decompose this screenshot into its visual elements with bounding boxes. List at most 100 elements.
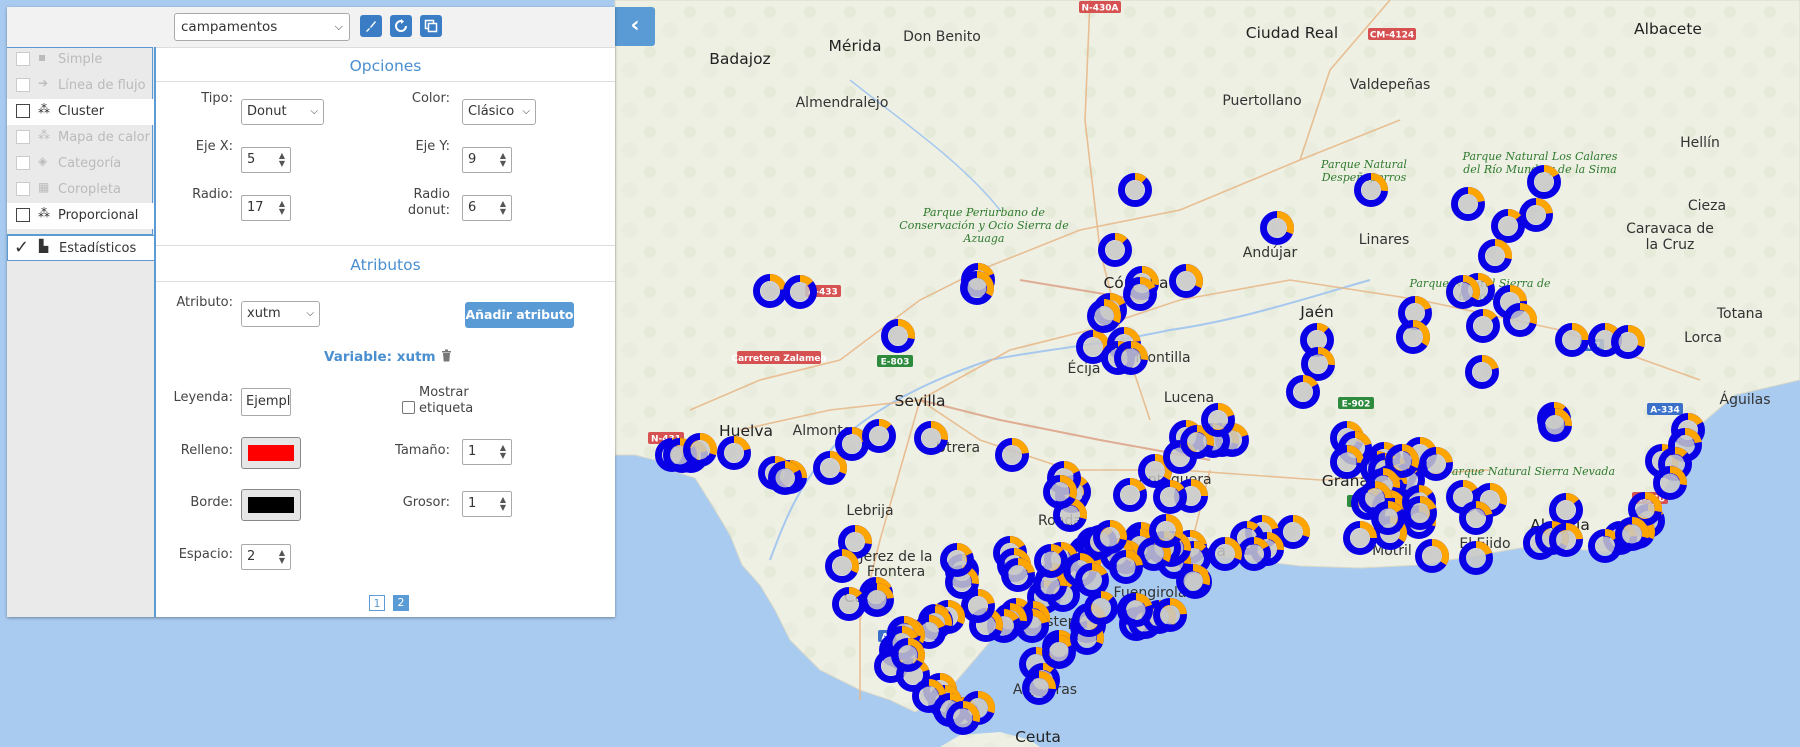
layer-select[interactable]: campamentos ⌵ [174,13,350,41]
donut-marker[interactable] [1415,539,1449,573]
donut-marker[interactable] [1459,541,1493,575]
checkbox[interactable] [16,156,30,170]
donut-marker[interactable] [1087,299,1121,333]
radio-donut-input[interactable]: 6 ▲ ▼ [462,195,512,221]
side-item-estadisticos[interactable]: ✓ ▙ Estadísticos [7,235,154,261]
donut-marker[interactable] [753,274,787,308]
atributo-select[interactable]: xutm ⌵ [241,301,320,327]
donut-marker[interactable] [1149,514,1183,548]
donut-marker[interactable] [1113,478,1147,512]
donut-marker[interactable] [1201,403,1235,437]
side-item-categoria[interactable]: ◈ Categoría [7,151,154,177]
spinner-icon[interactable]: ▲ ▼ [279,200,285,216]
borde-color-button[interactable] [241,489,301,521]
donut-marker[interactable] [1123,277,1157,311]
donut-marker[interactable] [1478,239,1512,273]
side-item-linea-de-flujo[interactable]: ➔ Línea de flujo [7,73,154,99]
spinner-icon[interactable]: ▲ ▼ [279,549,285,565]
donut-marker[interactable] [1371,501,1405,535]
donut-marker[interactable] [1538,408,1572,442]
mostrar-etiqueta-checkbox[interactable] [402,401,415,414]
donut-marker[interactable] [940,543,974,577]
espacio-input[interactable]: 2 ▲ ▼ [241,544,291,570]
map-stage[interactable]: N-430A CM-4124 A-433 E-803 E-902 A-334 A-7 N-34… [0,0,1800,747]
donut-marker[interactable] [1153,598,1187,632]
donut-marker[interactable] [1034,544,1068,578]
relleno-color-button[interactable] [241,437,301,469]
donut-marker[interactable] [1237,537,1271,571]
donut-marker[interactable] [995,438,1029,472]
side-item-cluster[interactable]: ⁂ Cluster [7,99,154,125]
tipo-select[interactable]: Donut ⌵ [241,99,324,125]
donut-marker[interactable] [1615,517,1649,551]
donut-marker[interactable] [1446,275,1480,309]
donut-marker[interactable] [914,421,948,455]
add-attribute-button[interactable]: Añadir atributo [465,302,574,328]
donut-marker[interactable] [1180,425,1214,459]
page-1-button[interactable]: 1 [369,595,385,611]
donut-marker[interactable] [1176,564,1210,598]
spinner-icon[interactable]: ▲ ▼ [500,200,506,216]
donut-marker[interactable] [1503,303,1537,337]
donut-marker[interactable] [683,433,717,467]
donut-marker[interactable] [1043,475,1077,509]
spinner-icon[interactable]: ▲ ▼ [500,496,506,512]
donut-marker[interactable] [1114,341,1148,375]
donut-marker[interactable] [1549,523,1583,557]
donut-marker[interactable] [1301,347,1335,381]
donut-marker[interactable] [813,451,847,485]
checkbox[interactable] [16,78,30,92]
donut-marker[interactable] [1084,591,1118,625]
tamano-input[interactable]: 1 ▲ ▼ [462,439,512,465]
donut-marker[interactable] [1153,480,1187,514]
collapse-panel-button[interactable]: ‹ [615,7,655,46]
donut-marker[interactable] [1343,521,1377,555]
donut-marker[interactable] [1109,550,1143,584]
copy-icon[interactable] [420,15,442,37]
donut-marker[interactable] [1286,375,1320,409]
donut-marker[interactable] [1491,209,1525,243]
color-select[interactable]: Clásico ⌵ [462,99,536,125]
spinner-icon[interactable]: ▲ ▼ [500,444,506,460]
donut-marker[interactable] [825,549,859,583]
leyenda-input[interactable]: Ejempl [241,388,291,416]
donut-marker[interactable] [1403,496,1437,530]
donut-marker[interactable] [1385,444,1419,478]
donut-marker[interactable] [1001,558,1035,592]
donut-marker[interactable] [1118,173,1152,207]
donut-marker[interactable] [960,271,994,305]
donut-marker[interactable] [1459,501,1493,535]
donut-marker[interactable] [1611,325,1645,359]
donut-marker[interactable] [1042,635,1076,669]
side-item-proporcional[interactable]: ⁂ Proporcional [7,203,154,229]
spinner-icon[interactable]: ▲ ▼ [279,152,285,168]
donut-marker[interactable] [1419,447,1453,481]
donut-marker[interactable] [1588,529,1622,563]
refresh-icon[interactable] [390,15,412,37]
donut-marker[interactable] [1653,466,1687,500]
side-item-coropleta[interactable]: ▦ Coropleta [7,177,154,203]
donut-marker[interactable] [1075,563,1109,597]
donut-marker[interactable] [717,436,751,470]
trash-icon[interactable] [441,349,452,365]
donut-marker[interactable] [1466,309,1500,343]
donut-marker[interactable] [1093,520,1127,554]
checkbox[interactable] [16,208,30,222]
checkbox[interactable] [16,182,30,196]
checkbox[interactable] [16,130,30,144]
donut-marker[interactable] [862,419,896,453]
donut-marker[interactable] [946,701,980,735]
eje-y-input[interactable]: 9 ▲ ▼ [462,147,512,173]
donut-marker[interactable] [1260,211,1294,245]
donut-marker[interactable] [1276,515,1310,549]
donut-marker[interactable] [783,275,817,309]
checkbox[interactable] [16,52,30,66]
checkbox[interactable] [16,104,30,118]
donut-marker[interactable] [1354,173,1388,207]
donut-marker[interactable] [832,587,866,621]
donut-marker[interactable] [860,583,894,617]
grosor-input[interactable]: 1 ▲ ▼ [462,491,512,517]
side-item-simple[interactable]: ▪ Simple [7,47,154,73]
donut-marker[interactable] [1465,355,1499,389]
donut-marker[interactable] [1208,537,1242,571]
